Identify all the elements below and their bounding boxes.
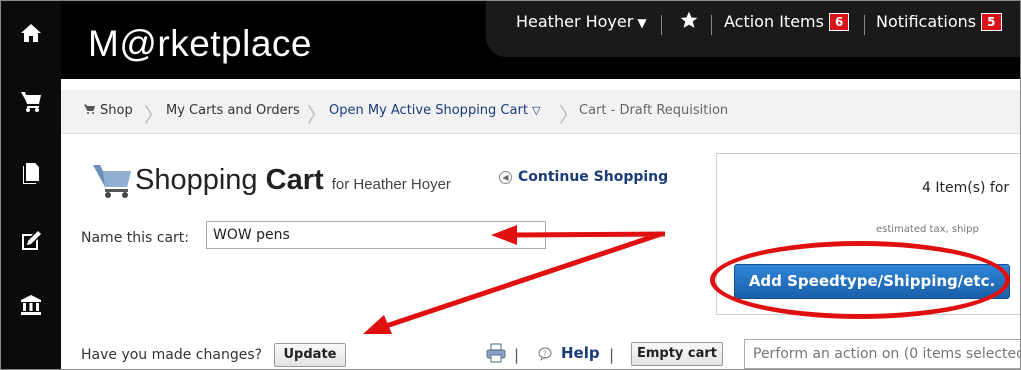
breadcrumb-my-carts[interactable]: My Carts and Orders (166, 103, 300, 118)
action-items-link[interactable]: Action Items 6 (724, 12, 850, 31)
divider: | (514, 346, 520, 364)
continue-shopping-link[interactable]: ◀ Continue Shopping (499, 169, 668, 185)
annotation-arrow-head (363, 315, 392, 334)
update-button[interactable]: Update (274, 343, 346, 367)
cart-name-label: Name this cart: (81, 230, 189, 246)
breadcrumb-active-cart[interactable]: Open My Active Shopping Cart ▽ (329, 103, 541, 118)
page-title: Shopping Cart for Heather Hoyer (135, 164, 451, 196)
cart-icon (84, 104, 95, 114)
summary-note: estimated tax, shipp (876, 224, 979, 235)
breadcrumb: Shop 〉 My Carts and Orders 〉 Open My Act… (61, 90, 1020, 134)
caret-down-icon: ▽ (532, 104, 541, 117)
star-icon[interactable] (679, 10, 701, 32)
help-icon: ? (538, 346, 552, 361)
breadcrumb-shop[interactable]: Shop (83, 103, 133, 118)
breadcrumb-draft-requisition: Cart - Draft Requisition (579, 103, 729, 118)
institution-icon[interactable] (15, 289, 47, 321)
action-items-label: Action Items (724, 12, 824, 31)
divider (864, 15, 865, 35)
notifications-link[interactable]: Notifications 5 (876, 12, 1002, 31)
svg-text:?: ? (543, 350, 547, 358)
item-count: 4 Item(s) for (922, 180, 1010, 196)
home-icon[interactable] (15, 17, 47, 49)
cart-name-input[interactable] (206, 221, 546, 249)
caret-down-icon: ▼ (637, 16, 647, 30)
chevron-right-icon: 〉 (144, 103, 164, 127)
annotation-oval (710, 241, 1010, 319)
chevron-right-icon: 〉 (559, 103, 579, 127)
back-circle-icon: ◀ (499, 171, 512, 184)
print-icon[interactable] (485, 342, 507, 364)
shopping-cart-icon (91, 159, 133, 199)
action-items-badge: 6 (828, 13, 850, 31)
documents-icon[interactable] (15, 157, 47, 189)
empty-cart-button[interactable]: Empty cart (631, 342, 723, 366)
user-menu[interactable]: Heather Hoyer ▼ (516, 12, 647, 31)
help-link[interactable]: Help (561, 344, 600, 362)
divider (661, 15, 662, 35)
changes-label: Have you made changes? (81, 347, 263, 363)
notifications-label: Notifications (876, 12, 977, 31)
left-rail (1, 1, 61, 369)
perform-action-select[interactable]: Perform an action on (0 items selected) (744, 339, 1020, 369)
chevron-right-icon: 〉 (307, 103, 327, 127)
divider: | (609, 346, 615, 364)
app-frame: M@rketplace Heather Hoyer ▼ Action Items 6… (0, 0, 1021, 370)
cart-icon[interactable] (15, 85, 47, 117)
notifications-badge: 5 (981, 13, 1002, 31)
header: M@rketplace Heather Hoyer ▼ Action Items 6… (61, 1, 1020, 79)
user-name: Heather Hoyer (516, 12, 634, 31)
brand-logo[interactable]: M@rketplace (88, 23, 312, 65)
top-bar: Heather Hoyer ▼ Action Items 6 Notificatio… (486, 1, 1020, 57)
divider (711, 15, 712, 35)
edit-icon[interactable] (15, 225, 47, 257)
